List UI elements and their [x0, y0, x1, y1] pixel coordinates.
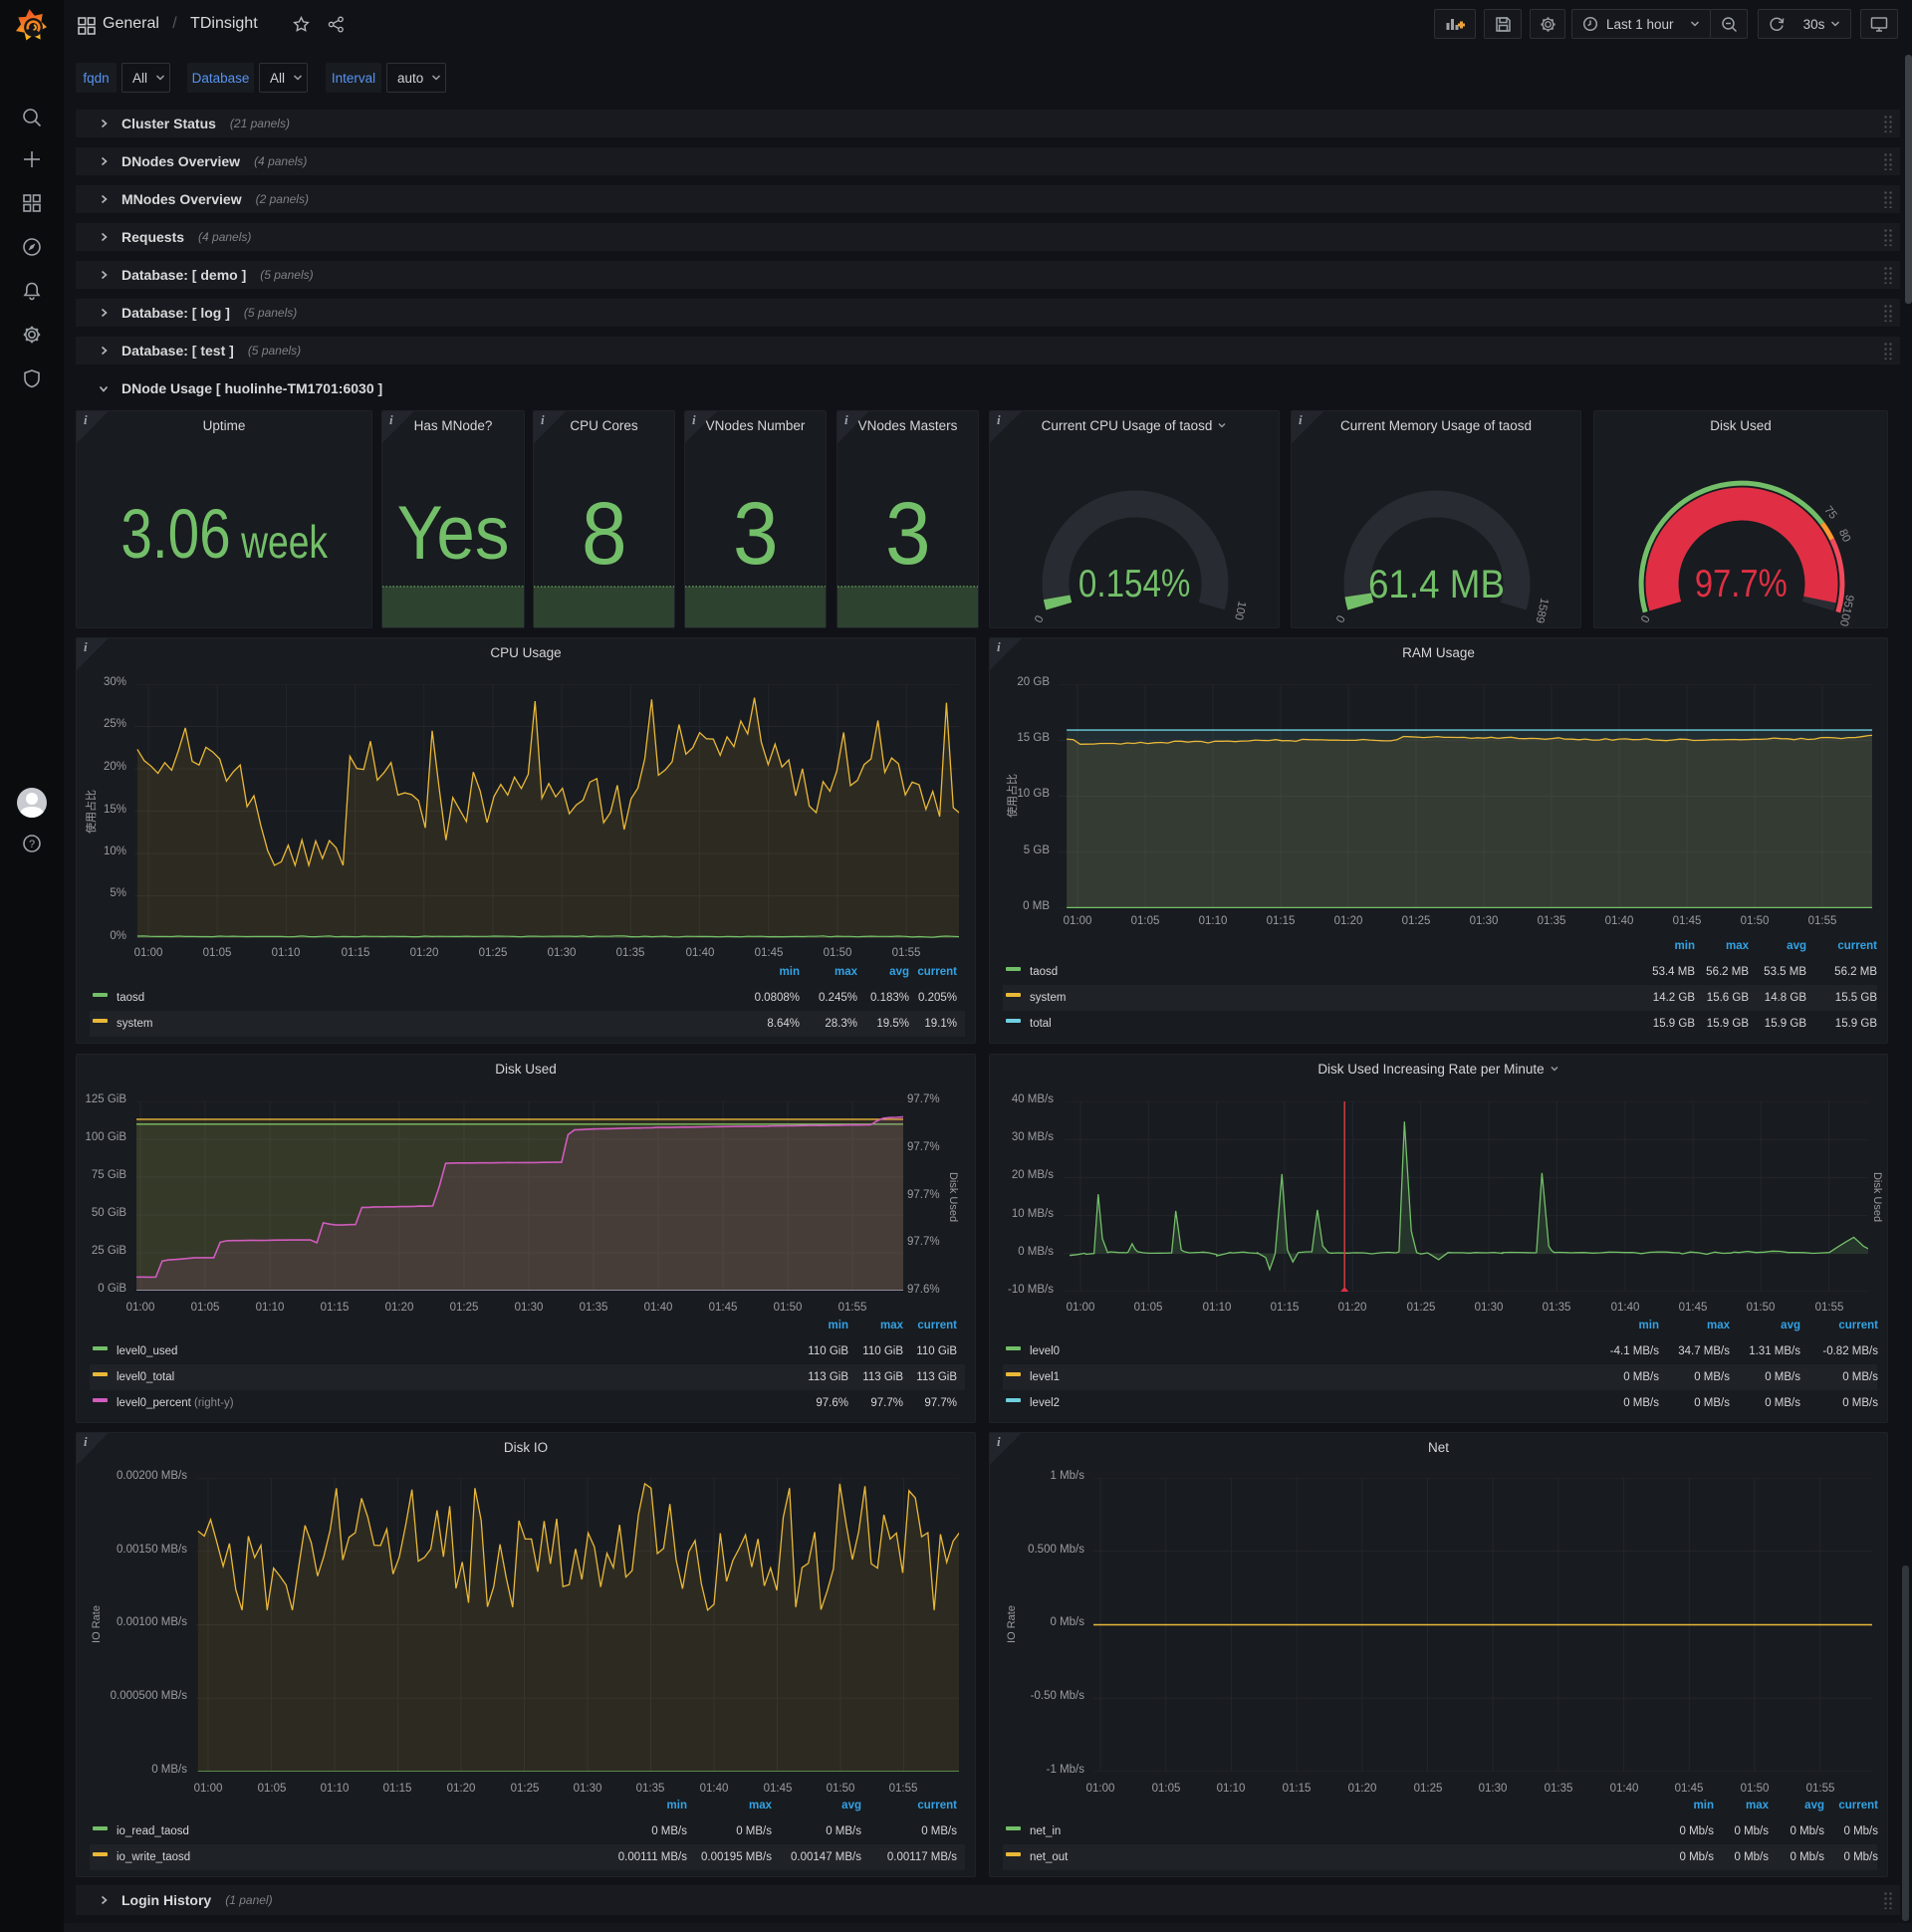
svg-text:?: ? — [29, 839, 35, 850]
